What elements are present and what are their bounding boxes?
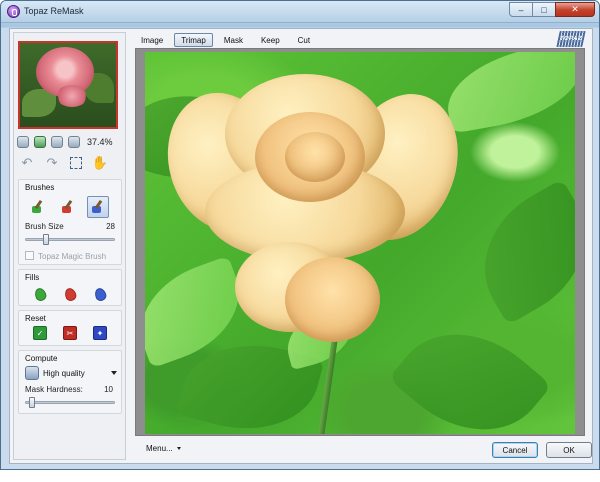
mask-hardness-label: Mask Hardness:	[25, 385, 83, 394]
keep-brush-button[interactable]	[27, 196, 49, 218]
mask-hardness-slider-track[interactable]	[25, 401, 115, 404]
quality-value: High quality	[43, 368, 85, 378]
magic-brush-checkbox[interactable]	[25, 251, 34, 260]
compute-brush-button[interactable]	[87, 196, 109, 218]
tab-mask[interactable]: Mask	[217, 33, 250, 47]
zoom-level: 37.4%	[87, 137, 113, 147]
minimize-button[interactable]: –	[509, 2, 533, 17]
title-bar[interactable]: Topaz ReMask – □ ✕	[1, 1, 599, 23]
window-title: Topaz ReMask	[24, 6, 84, 16]
tab-cut[interactable]: Cut	[291, 33, 317, 47]
menu-button-label: Menu...	[146, 444, 173, 453]
mask-hardness-slider-thumb[interactable]	[29, 397, 35, 408]
undo-icon[interactable]: ↶	[20, 155, 34, 170]
reset-cut-button[interactable]: ✂	[63, 326, 77, 340]
blue-brush-icon	[91, 200, 105, 214]
background-leaf	[388, 301, 552, 434]
zoom-out-icon[interactable]	[17, 136, 29, 148]
reset-section: Reset ✓ ✂ ✦	[18, 310, 122, 346]
brush-size-slider-thumb[interactable]	[43, 234, 49, 245]
green-fill-icon	[32, 286, 48, 302]
reset-keep-button[interactable]: ✓	[33, 326, 47, 340]
compute-section: Compute High quality Mask Hardness: 10	[18, 350, 122, 414]
topaz-app-icon	[7, 5, 20, 18]
blue-fill-icon	[92, 286, 108, 302]
reset-title: Reset	[25, 314, 46, 323]
zoom-fit-icon[interactable]	[34, 136, 46, 148]
reset-compute-icon: ✦	[96, 328, 104, 338]
topaz-logo: TOPAZ	[556, 29, 586, 49]
brushes-section: Brushes Brush Size 28 Topaz Magic Brush	[18, 179, 122, 265]
menu-button[interactable]: Menu...	[146, 444, 181, 453]
close-button[interactable]: ✕	[555, 2, 595, 17]
thumbnail-bud	[56, 85, 88, 107]
ok-button[interactable]: OK	[546, 442, 592, 458]
tab-trimap[interactable]: Trimap	[174, 33, 213, 47]
tab-keep[interactable]: Keep	[254, 33, 287, 47]
compute-title: Compute	[25, 354, 58, 363]
mask-hardness-value: 10	[104, 385, 113, 394]
brushes-title: Brushes	[25, 183, 55, 192]
zoom-controls: 37.4%	[17, 134, 123, 150]
zoom-actual-icon[interactable]	[51, 136, 63, 148]
rose-center	[285, 132, 345, 182]
brush-size-label: Brush Size	[25, 222, 64, 231]
preview-thumbnail[interactable]	[18, 41, 118, 129]
dialog-footer: Menu... Cancel OK	[134, 439, 592, 461]
cut-brush-button[interactable]	[57, 196, 79, 218]
background-leaf	[458, 178, 575, 326]
zoom-in-icon[interactable]	[68, 136, 80, 148]
chevron-down-icon	[176, 447, 181, 450]
view-tabs: Image Trimap Mask Keep Cut	[134, 32, 321, 48]
edit-tools: ↶ ↷ ✋	[20, 154, 124, 172]
maximize-button[interactable]: □	[532, 2, 556, 17]
dialog-body: 37.4% ↶ ↷ ✋ Brushes Brush Size 28 Topaz …	[9, 28, 593, 464]
app-window: Topaz ReMask – □ ✕ 37.4% ↶ ↷ ✋ Brushes B…	[0, 0, 600, 470]
brush-size-value: 28	[106, 222, 115, 231]
tools-panel: 37.4% ↶ ↷ ✋ Brushes Brush Size 28 Topaz …	[13, 32, 126, 460]
green-brush-icon	[31, 200, 45, 214]
hand-tool-icon[interactable]: ✋	[92, 155, 108, 170]
quality-icon	[25, 366, 39, 380]
quality-dropdown[interactable]: High quality	[25, 365, 117, 381]
brush-size-slider-track[interactable]	[25, 238, 115, 241]
redo-icon[interactable]: ↷	[45, 155, 59, 170]
fills-title: Fills	[25, 273, 40, 282]
fills-section: Fills	[18, 269, 122, 306]
background-leaf	[439, 52, 575, 134]
tab-image[interactable]: Image	[134, 33, 170, 47]
keep-fill-button[interactable]	[29, 283, 51, 305]
reset-compute-button[interactable]: ✦	[93, 326, 107, 340]
magic-brush-label: Topaz Magic Brush	[38, 252, 107, 261]
reset-cut-icon: ✂	[66, 328, 74, 338]
chevron-down-icon	[111, 371, 117, 375]
red-brush-icon	[61, 200, 75, 214]
marquee-select-icon[interactable]	[70, 157, 82, 169]
image-canvas[interactable]	[145, 52, 575, 434]
red-fill-icon	[62, 286, 78, 302]
rosebud-petal	[285, 257, 380, 342]
topaz-logo-mark: TOPAZ	[556, 31, 586, 47]
image-canvas-frame	[135, 48, 585, 436]
cut-fill-button[interactable]	[59, 283, 81, 305]
reset-keep-icon: ✓	[36, 328, 44, 338]
compute-fill-button[interactable]	[89, 283, 111, 305]
cancel-button[interactable]: Cancel	[492, 442, 538, 458]
